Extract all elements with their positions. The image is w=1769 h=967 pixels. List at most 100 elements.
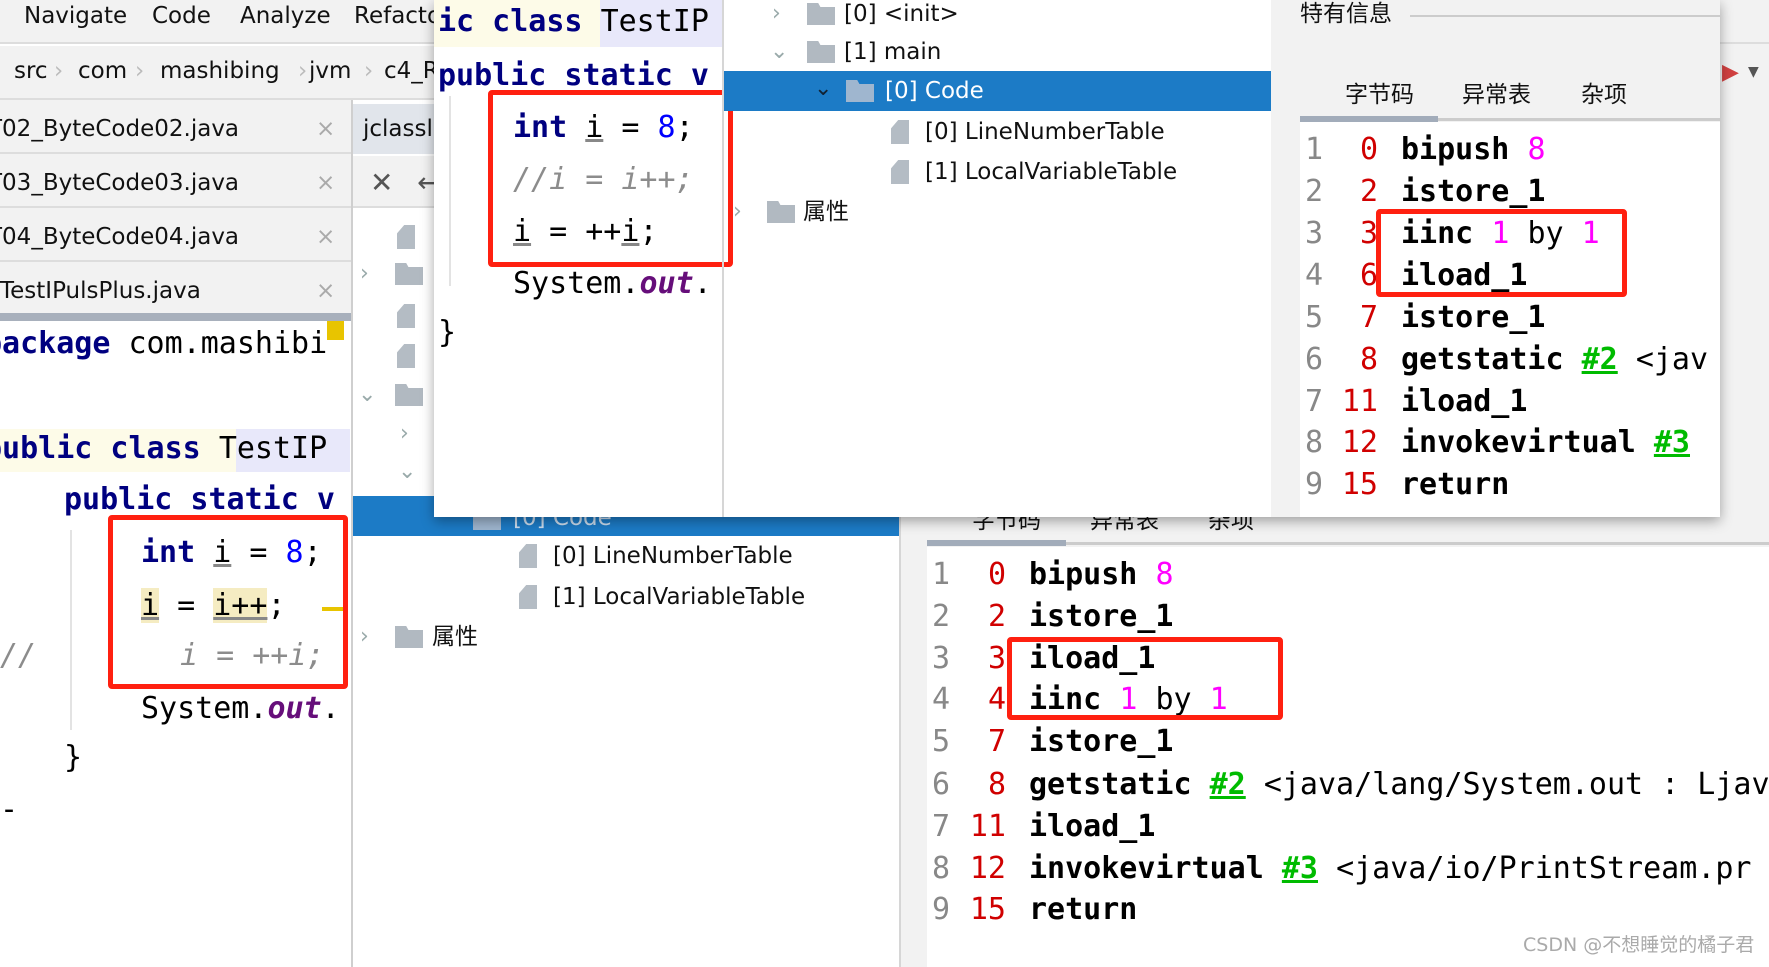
opcode: getstatic: [1401, 342, 1564, 377]
bytecode-offset: 7: [946, 722, 1006, 762]
bytecode-offset: 12: [1318, 423, 1378, 463]
opcode: invokevirtual: [1029, 851, 1264, 886]
breadcrumb-separator-icon: ›: [135, 58, 145, 84]
close-icon[interactable]: ×: [316, 163, 335, 203]
chevron-right-icon[interactable]: ›: [360, 262, 369, 286]
tree-item-line-number-table[interactable]: [0] LineNumberTable: [925, 112, 1165, 152]
tab-misc[interactable]: 杂项: [1581, 75, 1627, 115]
code-line: System.out.: [141, 689, 340, 729]
chevron-right-icon[interactable]: ›: [360, 625, 369, 649]
operand: 8: [1527, 132, 1546, 167]
offset-value: 2: [987, 599, 1006, 634]
tree-item-label: [0] Code: [885, 78, 984, 104]
constant-pool-link[interactable]: #3: [1282, 851, 1318, 886]
bytecode-offset: 3: [1318, 214, 1378, 254]
file-tab-label: T03_ByteCode03.java: [0, 170, 240, 196]
opcode: istore_1: [1401, 300, 1546, 335]
breadcrumb-separator-icon: ›: [54, 58, 64, 84]
breadcrumb-item[interactable]: com: [78, 51, 127, 91]
close-icon[interactable]: ×: [316, 109, 335, 149]
opcode: istore_1: [1029, 724, 1174, 759]
chevron-right-icon[interactable]: ›: [772, 2, 781, 26]
opcode: return: [1029, 892, 1138, 927]
gutter: [901, 547, 927, 967]
file-tab[interactable]: T02_ByteCode02.java ×: [0, 104, 351, 154]
tab-bytecode[interactable]: 字节码: [1345, 75, 1414, 115]
run-icon[interactable]: ▶: [1722, 60, 1739, 85]
offset-value: 15: [969, 892, 1006, 927]
offset-value: 12: [969, 851, 1006, 886]
breadcrumb-item[interactable]: jvm: [309, 51, 351, 91]
bytecode-offset: 15: [1318, 465, 1378, 505]
chevron-right-icon[interactable]: ›: [400, 422, 409, 446]
tree-item-local-variable-table[interactable]: [1] LocalVariableTable: [925, 152, 1177, 192]
bytecode-instruction: getstatic #2 <java/lang/System.out : Lja…: [1029, 765, 1769, 805]
bytecode-offset: 7: [1318, 298, 1378, 338]
menu-item-navigate[interactable]: Navigate: [24, 0, 127, 36]
constant-pool-link[interactable]: #3: [1654, 425, 1690, 460]
warning-marker[interactable]: [327, 321, 344, 340]
file-tab[interactable]: TestIPulsPlus.java ×: [0, 266, 351, 316]
offset-value: 11: [1341, 384, 1378, 419]
bytecode-offset: 2: [1318, 172, 1378, 212]
file-icon: [519, 585, 537, 609]
offset-value: 11: [969, 809, 1006, 844]
opcode: invokevirtual: [1401, 425, 1636, 460]
bytecode-instruction: istore_1: [1029, 722, 1769, 762]
chevron-down-icon[interactable]: ⌄: [398, 460, 416, 484]
file-tab-label: T02_ByteCode02.java: [0, 116, 240, 142]
bytecode-instruction: return: [1401, 465, 1720, 505]
code-token: System.: [513, 266, 640, 301]
dropdown-icon[interactable]: ▼: [1748, 64, 1759, 80]
close-icon[interactable]: ✕: [370, 163, 393, 203]
tree-item-line-number-table[interactable]: [0] LineNumberTable: [553, 536, 793, 576]
tree-item-main[interactable]: [1] main: [844, 32, 941, 72]
chevron-down-icon[interactable]: ⌄: [358, 383, 376, 407]
menu-item-code[interactable]: Code: [152, 0, 211, 36]
code-token: .: [693, 266, 712, 301]
opcode: getstatic: [1029, 767, 1192, 802]
menu-item-analyze[interactable]: Analyze: [240, 0, 331, 36]
offset-value: 8: [1359, 342, 1378, 377]
chevron-down-icon[interactable]: ⌄: [814, 77, 832, 101]
tree-item-local-variable-table[interactable]: [1] LocalVariableTable: [553, 577, 805, 617]
bytecode-offset: 2: [946, 597, 1006, 637]
tree-item-attributes[interactable]: 属性: [803, 192, 849, 232]
file-tab-label: T04_ByteCode04.java: [0, 224, 240, 250]
section-title: 特有信息: [1300, 1, 1392, 27]
file-icon: [397, 344, 415, 368]
breadcrumb-item[interactable]: src: [14, 51, 48, 91]
bytecode-instruction: bipush 8: [1401, 130, 1720, 170]
chevron-down-icon[interactable]: ⌄: [770, 40, 788, 64]
tree-item-init[interactable]: [0] <init>: [844, 0, 959, 34]
close-icon[interactable]: ×: [316, 271, 335, 311]
highlight-box: [1007, 637, 1283, 720]
bytecode-instruction: istore_1: [1401, 298, 1720, 338]
bytecode-offset: 4: [946, 680, 1006, 720]
bytecode-instruction: iload_1: [1401, 382, 1720, 422]
offset-value: 2: [1359, 174, 1378, 209]
tab-divider: [0, 313, 351, 321]
tree-item-code-selected[interactable]: ⌄ [0] Code: [724, 71, 1271, 111]
constant-pool-link[interactable]: #2: [1582, 342, 1618, 377]
opcode: bipush: [1029, 557, 1138, 592]
chevron-right-icon[interactable]: ›: [733, 200, 742, 224]
file-tab[interactable]: T04_ByteCode04.java ×: [0, 212, 351, 262]
code-line: public static v: [64, 480, 335, 520]
code-token: ic class: [438, 4, 601, 39]
operand: <java/lang/System.out : Ljav: [1263, 767, 1769, 802]
bytecode-instruction: istore_1: [1029, 597, 1769, 637]
tree-item-attributes[interactable]: 属性: [432, 617, 478, 657]
tab-exception-table[interactable]: 异常表: [1462, 75, 1531, 115]
code-token: .: [321, 691, 340, 726]
opcode: istore_1: [1029, 599, 1174, 634]
bytecode-instruction: bipush 8: [1029, 555, 1769, 595]
code-token: }: [64, 740, 83, 775]
breadcrumb-item[interactable]: c4_R: [384, 51, 439, 91]
constant-pool-link[interactable]: #2: [1210, 767, 1246, 802]
operand: 8: [1155, 557, 1174, 592]
code-token: public static v: [64, 482, 335, 517]
file-tab[interactable]: T03_ByteCode03.java ×: [0, 158, 351, 208]
close-icon[interactable]: ×: [316, 217, 335, 257]
breadcrumb-item[interactable]: mashibing: [160, 51, 280, 91]
